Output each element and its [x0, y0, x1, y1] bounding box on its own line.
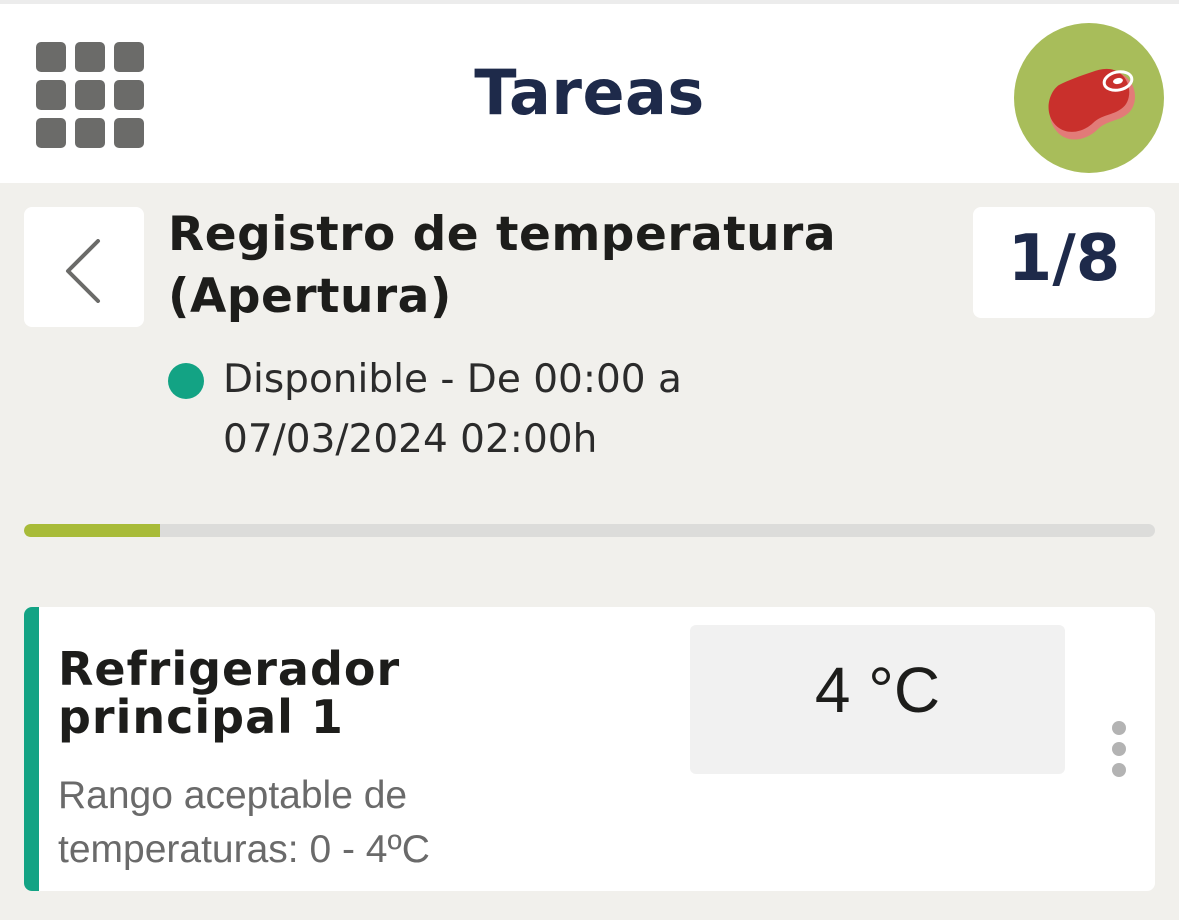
status-line-2: 07/03/2024 02:00h	[223, 417, 598, 462]
page-title: Tareas	[474, 56, 705, 129]
status-text: Disponible - De 00:00 a 07/03/2024 02:00…	[223, 350, 783, 470]
temperature-item-card: Refrigerador principal 1 Rango aceptable…	[24, 607, 1155, 891]
back-button[interactable]	[24, 207, 144, 327]
item-title: Refrigerador principal 1	[58, 642, 401, 744]
item-description: Rango aceptable de temperaturas: 0 - 4ºC	[58, 769, 538, 877]
status-line-1: Disponible - De 00:00 a	[223, 357, 682, 402]
progress-bar	[24, 524, 1155, 537]
card-accent	[24, 607, 39, 891]
top-bar: Tareas	[0, 0, 1179, 183]
meat-steak-icon	[1048, 68, 1135, 140]
avatar[interactable]	[1014, 23, 1164, 173]
item-description-line-2: temperaturas: 0 - 4ºC	[58, 828, 430, 871]
progress-bar-fill	[24, 524, 160, 537]
temperature-input[interactable]: 4 °C	[690, 625, 1065, 774]
more-vertical-icon[interactable]	[1104, 719, 1134, 779]
status-dot	[168, 363, 204, 399]
task-title: Registro de temperatura (Apertura)	[168, 207, 837, 324]
item-description-line-1: Rango aceptable de	[58, 774, 408, 817]
chevron-left-icon	[66, 239, 100, 303]
task-counter: 1/8	[973, 207, 1155, 318]
